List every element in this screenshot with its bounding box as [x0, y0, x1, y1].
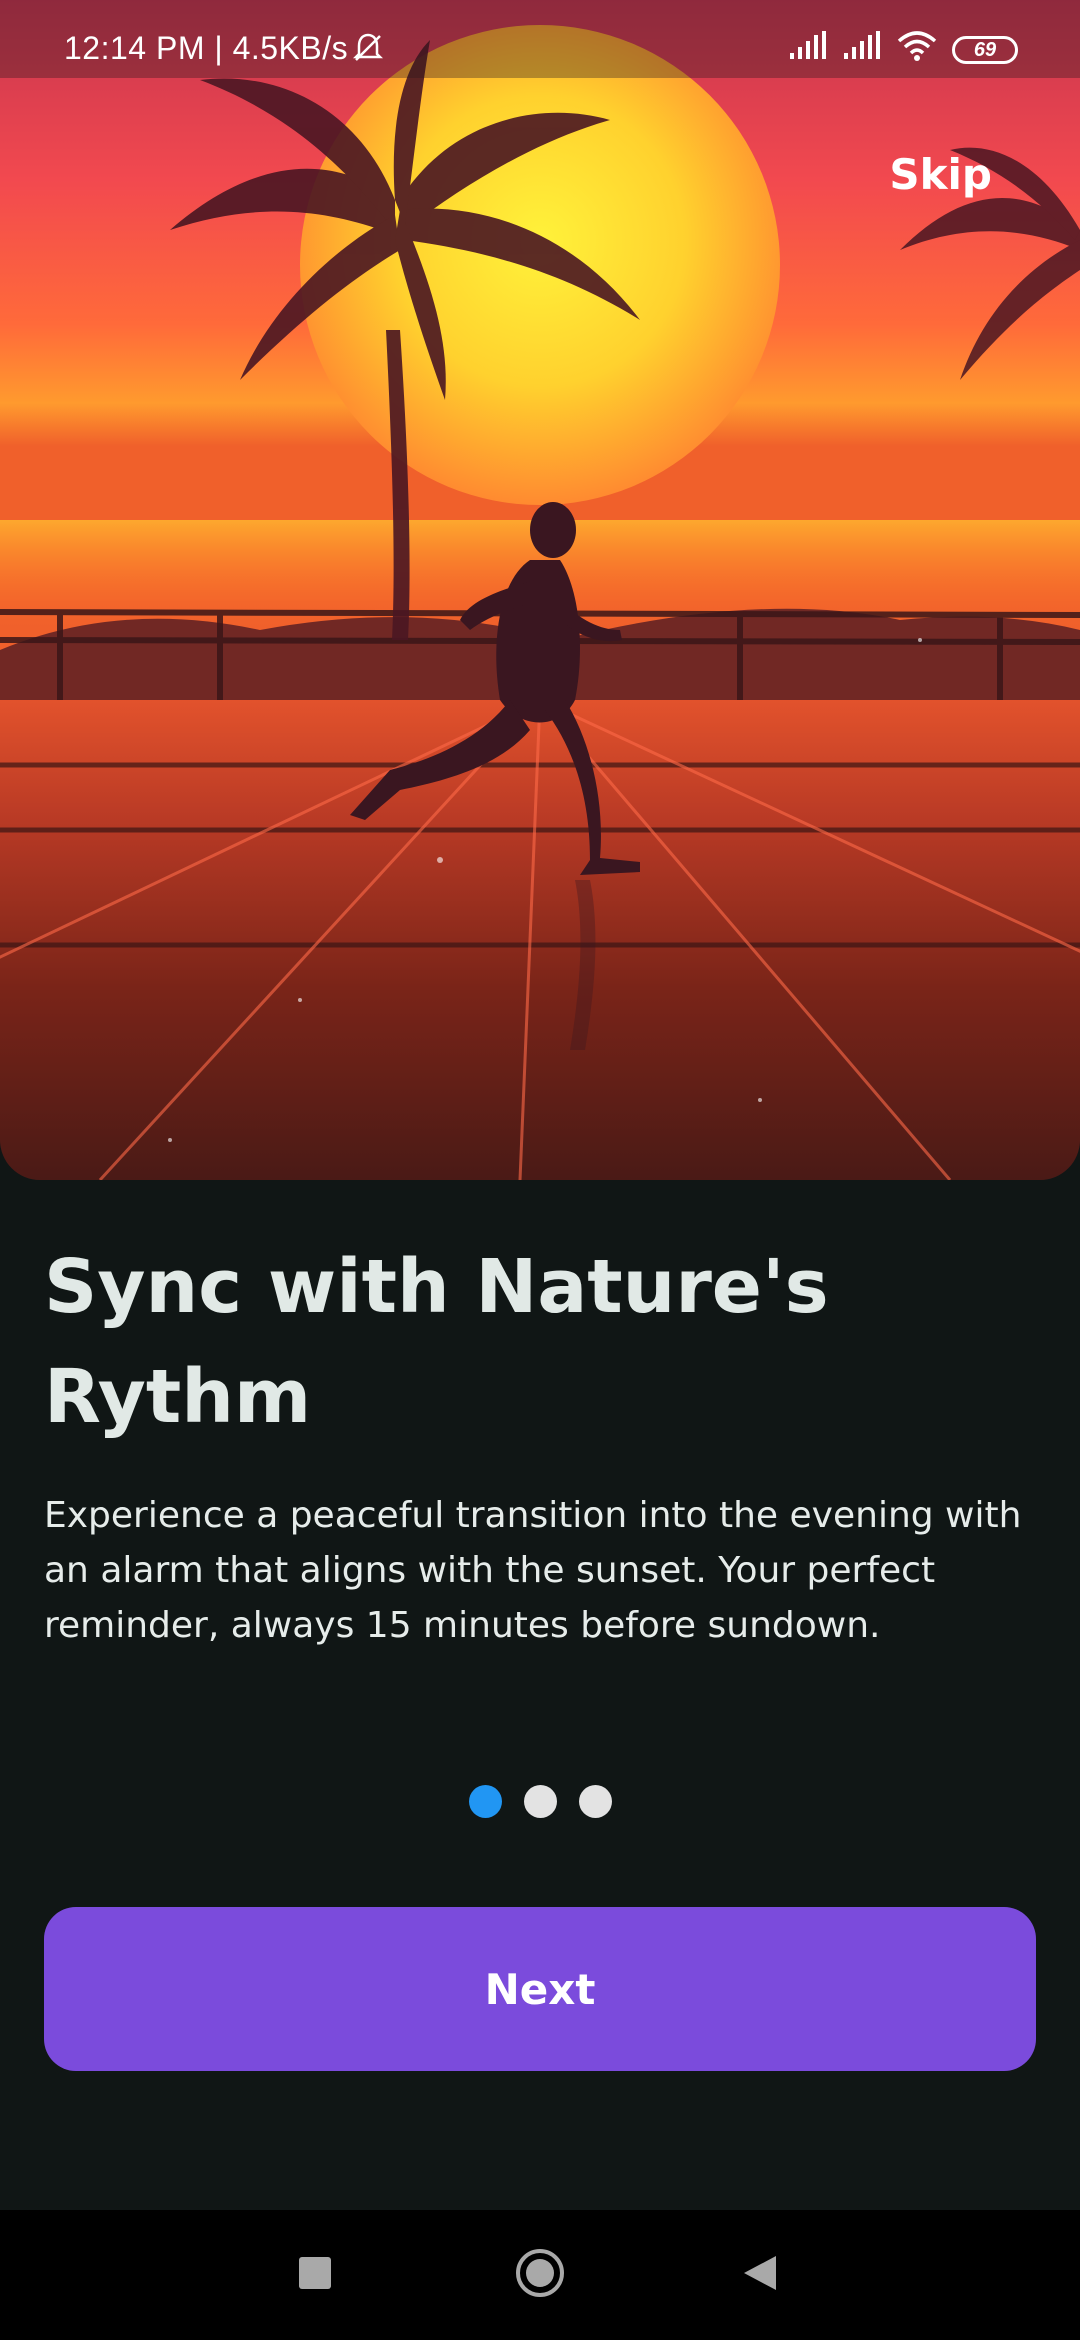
- navigation-bar: [0, 2210, 1080, 2340]
- recents-button[interactable]: [255, 2210, 375, 2340]
- recents-icon: [299, 2257, 331, 2293]
- status-bar: 12:14 PM | 4.5KB/s 69: [0, 0, 1080, 78]
- next-button[interactable]: Next: [44, 1907, 1036, 2071]
- skip-button[interactable]: Skip: [889, 150, 992, 199]
- battery-icon: 69: [952, 36, 1018, 64]
- back-button[interactable]: [700, 2210, 820, 2340]
- status-icons: 69: [788, 30, 1018, 70]
- onboarding-screen: 12:14 PM | 4.5KB/s 69 Skip Sync with Nat…: [0, 0, 1080, 2340]
- status-time-speed: 12:14 PM | 4.5KB/s: [64, 30, 349, 66]
- home-icon: [514, 2247, 566, 2303]
- signal-icon: [842, 31, 882, 69]
- home-button[interactable]: [480, 2210, 600, 2340]
- onboarding-description: Experience a peaceful transition into th…: [44, 1495, 1022, 1646]
- signal-icon: [788, 31, 828, 69]
- bell-off-icon: [350, 30, 386, 66]
- page-indicator-dot-3[interactable]: [578, 1785, 612, 1818]
- page-indicator-dot-2[interactable]: [523, 1785, 557, 1818]
- page-indicator: [0, 1785, 1080, 1818]
- wifi-icon: [896, 30, 938, 70]
- page-indicator-dot-1[interactable]: [468, 1785, 502, 1818]
- back-icon: [742, 2254, 778, 2296]
- onboarding-title: Sync with Nature's Rythm: [44, 1244, 829, 1440]
